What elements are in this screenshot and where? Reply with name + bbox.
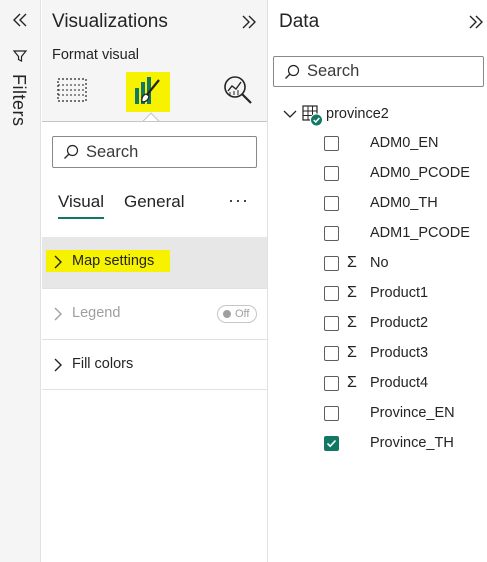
table-name: province2 <box>326 106 389 122</box>
table-node-province2[interactable]: province2 <box>283 104 483 127</box>
sigma-icon: Σ <box>347 374 357 391</box>
field-name: Province_EN <box>370 405 455 421</box>
legend-toggle[interactable]: Off <box>217 305 257 323</box>
sigma-icon: Σ <box>347 344 357 361</box>
field-name: Product1 <box>370 285 429 301</box>
search-icon <box>64 144 79 159</box>
build-visual-icon[interactable] <box>56 74 88 106</box>
data-pane: Data Search province2 ADM0_EN ADM0_PCODE A… <box>269 0 487 562</box>
filters-label[interactable]: Filters <box>8 74 29 127</box>
field-checkbox[interactable] <box>324 136 339 151</box>
field-name: ADM0_PCODE <box>370 165 470 181</box>
field-name: Product3 <box>370 345 429 361</box>
field-item[interactable]: Province_TH <box>269 429 487 459</box>
chevron-right-icon <box>54 307 62 321</box>
sigma-icon: Σ <box>347 284 357 301</box>
data-search-box[interactable]: Search <box>273 56 484 87</box>
field-checkbox[interactable] <box>324 436 339 451</box>
field-name: ADM0_TH <box>370 195 438 211</box>
search-placeholder: Search <box>86 142 139 161</box>
field-checkbox[interactable] <box>324 376 339 391</box>
toggle-label: Off <box>235 308 250 320</box>
more-options-button[interactable]: ··· <box>228 190 249 211</box>
format-visual-subtitle: Format visual <box>52 47 140 63</box>
field-checkbox[interactable] <box>324 316 339 331</box>
visualizations-pane: Visualizations Format visual Search Visu… <box>42 0 268 562</box>
sigma-icon: Σ <box>347 254 357 271</box>
tab-general[interactable]: General <box>124 192 184 212</box>
sigma-icon: Σ <box>347 314 357 331</box>
analytics-icon[interactable] <box>222 74 254 106</box>
section-label: Map settings <box>72 253 155 269</box>
field-checkbox[interactable] <box>324 226 339 241</box>
tab-visual[interactable]: Visual <box>58 192 104 219</box>
section-fill-colors[interactable]: Fill colors <box>42 339 267 390</box>
field-item[interactable]: ADM0_EN <box>269 129 487 159</box>
field-name: No <box>370 255 389 271</box>
field-name: Province_TH <box>370 435 454 451</box>
double-chevron-right-icon[interactable] <box>238 12 260 32</box>
chevron-right-icon <box>54 255 62 269</box>
field-item[interactable]: ADM0_PCODE <box>269 159 487 189</box>
field-item[interactable]: ADM0_TH <box>269 189 487 219</box>
field-name: Product2 <box>370 315 429 331</box>
field-checkbox[interactable] <box>324 406 339 421</box>
section-map-settings[interactable]: Map settings <box>42 237 267 288</box>
field-item[interactable]: Σ Product4 <box>269 369 487 399</box>
field-item[interactable]: Σ Product2 <box>269 309 487 339</box>
data-title: Data <box>279 11 320 32</box>
checkmark-icon <box>326 439 337 448</box>
field-checkbox[interactable] <box>324 256 339 271</box>
field-item[interactable]: Σ No <box>269 249 487 279</box>
chevron-right-icon <box>54 358 62 372</box>
chevron-down-icon[interactable] <box>283 108 297 120</box>
toggle-knob <box>223 310 231 318</box>
section-label: Legend <box>72 305 121 321</box>
search-placeholder: Search <box>307 62 360 80</box>
funnel-icon[interactable] <box>12 48 28 64</box>
section-label: Fill colors <box>72 356 134 372</box>
field-checkbox[interactable] <box>324 286 339 301</box>
field-name: Product4 <box>370 375 429 391</box>
visualizations-search-box[interactable]: Search <box>52 136 257 168</box>
search-icon <box>285 64 300 79</box>
filters-pane: Filters <box>0 0 41 562</box>
field-checkbox[interactable] <box>324 196 339 211</box>
field-item[interactable]: Σ Product3 <box>269 339 487 369</box>
table-icon <box>302 105 323 127</box>
field-item[interactable]: Province_EN <box>269 399 487 429</box>
double-chevron-left-icon[interactable] <box>8 8 32 32</box>
field-name: ADM1_PCODE <box>370 225 470 241</box>
field-checkbox[interactable] <box>324 166 339 181</box>
double-chevron-right-icon[interactable] <box>465 12 487 32</box>
field-name: ADM0_EN <box>370 135 439 151</box>
visualizations-title: Visualizations <box>52 11 168 32</box>
field-checkbox[interactable] <box>324 346 339 361</box>
field-item[interactable]: ADM1_PCODE <box>269 219 487 249</box>
section-legend[interactable]: Legend Off <box>42 288 267 339</box>
format-visual-icon[interactable] <box>132 74 164 108</box>
field-item[interactable]: Σ Product1 <box>269 279 487 309</box>
